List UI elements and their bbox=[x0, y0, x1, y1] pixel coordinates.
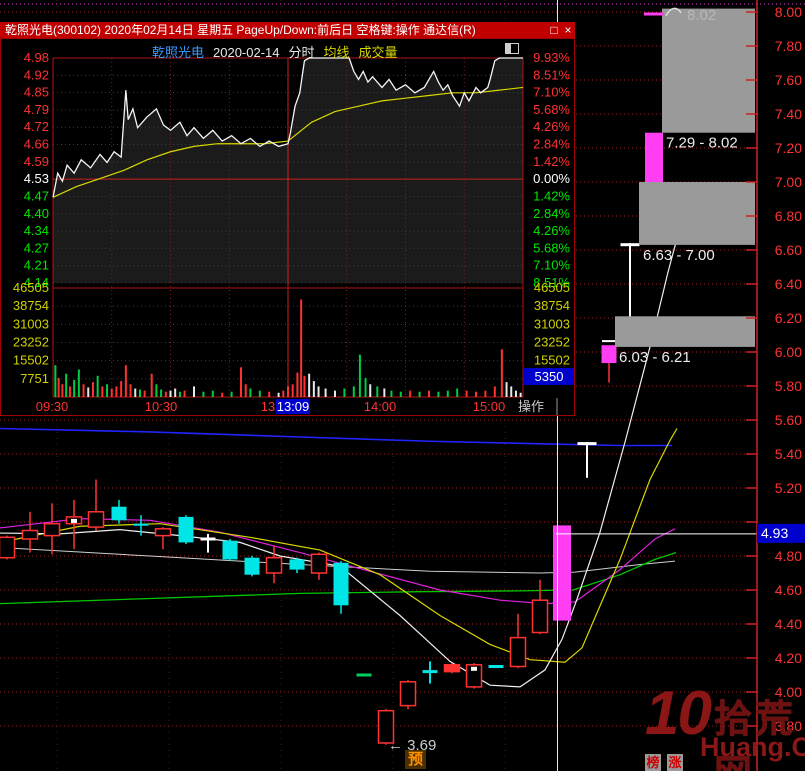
action-label: 操作 bbox=[518, 399, 544, 414]
cursor-price-tag: 4.93 bbox=[761, 525, 788, 541]
svg-text:7.00: 7.00 bbox=[775, 174, 802, 190]
maximize-button[interactable]: □ bbox=[547, 23, 561, 37]
svg-text:4.59: 4.59 bbox=[24, 154, 49, 169]
svg-text:4.40: 4.40 bbox=[775, 616, 802, 632]
svg-text:7.80: 7.80 bbox=[775, 38, 802, 54]
minute-line-chart[interactable]: 4.98 9.93% 4.92 8.51% 4.85 7.10% 4.79 5.68% 4.72… bbox=[0, 38, 575, 416]
svg-text:5.60: 5.60 bbox=[775, 412, 802, 428]
svg-text:4.00: 4.00 bbox=[775, 684, 802, 700]
svg-text:6.40: 6.40 bbox=[775, 276, 802, 292]
svg-text:6.03 - 6.21: 6.03 - 6.21 bbox=[619, 349, 691, 366]
svg-text:3.80: 3.80 bbox=[775, 718, 802, 734]
svg-text:4.60: 4.60 bbox=[775, 582, 802, 598]
svg-text:46505: 46505 bbox=[534, 280, 570, 295]
svg-text:4.26%: 4.26% bbox=[533, 223, 570, 238]
svg-text:4.27: 4.27 bbox=[24, 240, 49, 255]
svg-text:4.47: 4.47 bbox=[24, 188, 49, 203]
svg-text:5.68%: 5.68% bbox=[533, 102, 570, 117]
svg-text:4.40: 4.40 bbox=[24, 206, 49, 221]
app-root: 7.29 - 8.026.63 - 7.006.03 - 6.218.02← 3… bbox=[0, 0, 805, 771]
zhang-chip[interactable]: 涨 bbox=[667, 754, 683, 771]
svg-text:31003: 31003 bbox=[13, 316, 49, 331]
svg-text:0.00%: 0.00% bbox=[533, 171, 570, 186]
svg-text:31003: 31003 bbox=[534, 316, 570, 331]
svg-text:1.42%: 1.42% bbox=[533, 188, 570, 203]
svg-text:38754: 38754 bbox=[534, 298, 570, 313]
svg-text:23252: 23252 bbox=[534, 335, 570, 350]
svg-text:7.10%: 7.10% bbox=[533, 258, 570, 273]
window-titlebar[interactable]: 乾照光电(300102) 2020年02月14日 星期五 PageUp/Down… bbox=[0, 22, 575, 38]
svg-text:4.66: 4.66 bbox=[24, 137, 49, 152]
legend-minute-label: 分时 bbox=[289, 45, 315, 60]
svg-text:5.40: 5.40 bbox=[775, 446, 802, 462]
svg-text:7.60: 7.60 bbox=[775, 72, 802, 88]
svg-text:4.20: 4.20 bbox=[775, 650, 802, 666]
bang-chip[interactable]: 榜 bbox=[645, 754, 661, 771]
svg-text:15502: 15502 bbox=[534, 353, 570, 368]
svg-text:4.34: 4.34 bbox=[24, 223, 49, 238]
window-title: 乾照光电(300102) 2020年02月14日 星期五 PageUp/Down… bbox=[0, 22, 547, 38]
legend-date: 2020-02-14 bbox=[213, 45, 280, 60]
svg-text:6.00: 6.00 bbox=[775, 344, 802, 360]
legend-volume-label: 成交量 bbox=[359, 45, 398, 60]
svg-text:6.20: 6.20 bbox=[775, 310, 802, 326]
svg-text:6.63 - 7.00: 6.63 - 7.00 bbox=[643, 247, 715, 264]
svg-text:4.80: 4.80 bbox=[775, 548, 802, 564]
svg-text:4.26%: 4.26% bbox=[533, 119, 570, 134]
svg-text:4.53: 4.53 bbox=[24, 171, 49, 186]
legend-stock-name: 乾照光电 bbox=[152, 45, 204, 60]
minute-chart-window: 乾照光电(300102) 2020年02月14日 星期五 PageUp/Down… bbox=[0, 22, 575, 416]
svg-text:4.72: 4.72 bbox=[24, 119, 49, 134]
svg-text:1.42%: 1.42% bbox=[533, 154, 570, 169]
svg-text:5.80: 5.80 bbox=[775, 378, 802, 394]
svg-text:5350: 5350 bbox=[535, 369, 564, 384]
legend-avg-label: 均线 bbox=[324, 45, 350, 60]
svg-text:15502: 15502 bbox=[13, 353, 49, 368]
minute-window-content: 4.98 9.93% 4.92 8.51% 4.85 7.10% 4.79 5.68% 4.72… bbox=[0, 38, 575, 416]
svg-text:8.51%: 8.51% bbox=[533, 67, 570, 82]
svg-text:7.20: 7.20 bbox=[775, 140, 802, 156]
svg-text:8.00: 8.00 bbox=[775, 4, 802, 20]
svg-text:4.92: 4.92 bbox=[24, 67, 49, 82]
svg-text:4.21: 4.21 bbox=[24, 258, 49, 273]
svg-text:15:00: 15:00 bbox=[473, 399, 506, 414]
svg-text:9.93%: 9.93% bbox=[533, 50, 570, 65]
svg-text:7.40: 7.40 bbox=[775, 106, 802, 122]
svg-text:5.20: 5.20 bbox=[775, 480, 802, 496]
svg-text:6.80: 6.80 bbox=[775, 208, 802, 224]
svg-text:13:09: 13:09 bbox=[277, 399, 310, 414]
minute-chart-legend: 乾照光电 2020-02-14 分时均线成交量 bbox=[152, 42, 407, 61]
svg-text:4.85: 4.85 bbox=[24, 85, 49, 100]
svg-text:38754: 38754 bbox=[13, 298, 49, 313]
pane-layout-icon[interactable] bbox=[505, 43, 519, 54]
svg-text:46505: 46505 bbox=[13, 280, 49, 295]
svg-text:5.68%: 5.68% bbox=[533, 240, 570, 255]
svg-text:6.60: 6.60 bbox=[775, 242, 802, 258]
predict-chip[interactable]: 预 bbox=[405, 750, 426, 769]
svg-text:7751: 7751 bbox=[20, 371, 49, 386]
svg-text:14:00: 14:00 bbox=[364, 399, 397, 414]
close-button[interactable]: × bbox=[561, 23, 575, 37]
svg-text:8.02: 8.02 bbox=[687, 7, 716, 24]
svg-text:2.84%: 2.84% bbox=[533, 206, 570, 221]
svg-text:2.84%: 2.84% bbox=[533, 137, 570, 152]
svg-text:4.98: 4.98 bbox=[24, 50, 49, 65]
svg-text:7.10%: 7.10% bbox=[533, 85, 570, 100]
svg-text:7.29 - 8.02: 7.29 - 8.02 bbox=[666, 135, 738, 152]
svg-text:4.79: 4.79 bbox=[24, 102, 49, 117]
svg-text:23252: 23252 bbox=[13, 335, 49, 350]
svg-text:10:30: 10:30 bbox=[145, 399, 178, 414]
svg-text:09:30: 09:30 bbox=[36, 399, 69, 414]
